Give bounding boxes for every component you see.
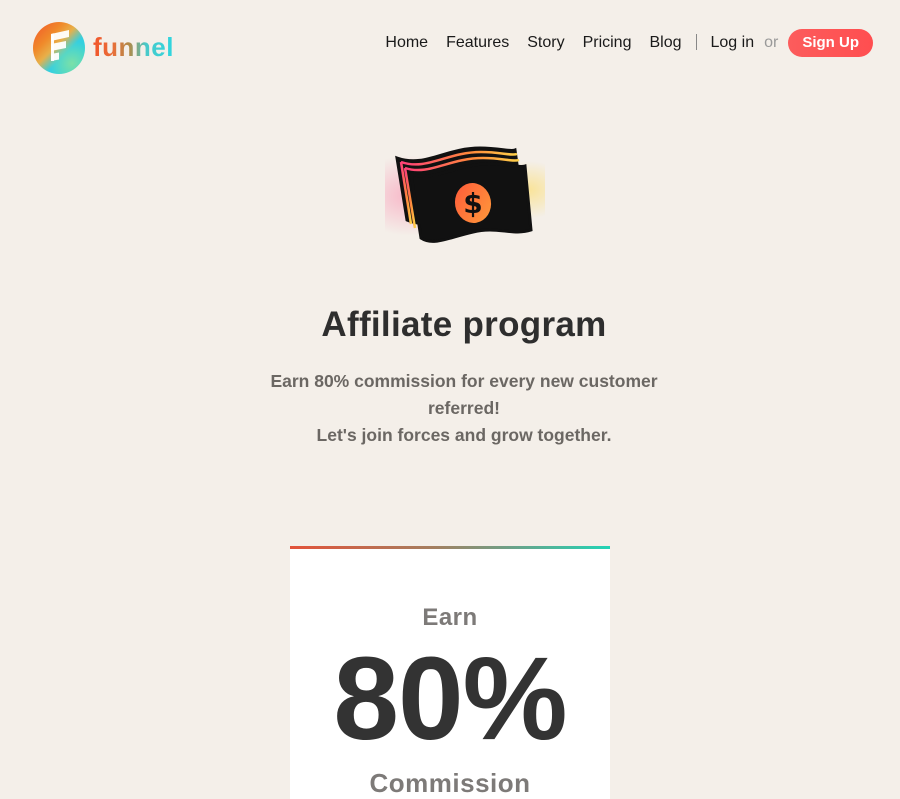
nav-blog[interactable]: Blog [649, 34, 681, 52]
subtitle-line-1: Earn 80% commission for every new custom… [270, 371, 658, 418]
commission-percent: 80% [333, 633, 567, 765]
nav-features[interactable]: Features [446, 34, 509, 52]
signup-button[interactable]: Sign Up [788, 29, 873, 57]
money-bills-icon: $ [385, 138, 545, 253]
brand-name: funnel [93, 31, 174, 62]
site-header: funnel Home Features Story Pricing Blog … [0, 0, 900, 90]
svg-text:$: $ [463, 187, 482, 220]
commission-card: Earn 80% Commission [290, 546, 610, 799]
nav-divider [695, 34, 697, 50]
hero-subtitle: Earn 80% commission for every new custom… [250, 368, 678, 449]
nav-pricing[interactable]: Pricing [583, 34, 632, 52]
main-nav: Home Features Story Pricing Blog Log in … [385, 29, 873, 57]
login-link[interactable]: Log in [711, 34, 755, 52]
subtitle-line-2: Let's join forces and grow together. [316, 425, 612, 445]
card-accent-bar [290, 546, 610, 549]
nav-home[interactable]: Home [385, 34, 428, 52]
nav-story[interactable]: Story [527, 34, 564, 52]
funnel-logo-icon [33, 22, 85, 74]
logo-link[interactable]: funnel [33, 22, 174, 74]
page: funnel Home Features Story Pricing Blog … [0, 0, 900, 799]
or-text: or [764, 34, 779, 51]
page-title: Affiliate program [321, 305, 607, 344]
card-commission-label: Commission [369, 768, 531, 798]
card-earn-label: Earn [422, 604, 478, 631]
